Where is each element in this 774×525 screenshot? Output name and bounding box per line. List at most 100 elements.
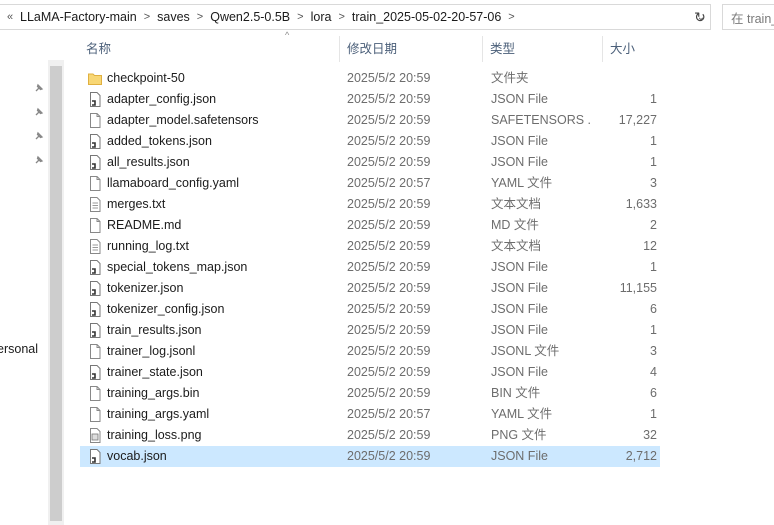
file-modified-date: 2025/5/2 20:59 (347, 71, 431, 85)
json-file-icon (88, 260, 102, 275)
file-icon (88, 113, 102, 128)
breadcrumb-saves[interactable]: saves (157, 10, 190, 24)
breadcrumb: LLaMA-Factory-main > saves > Qwen2.5-0.5… (20, 10, 522, 24)
breadcrumb-train-folder[interactable]: train_2025-05-02-20-57-06 (352, 10, 501, 24)
chevron-right-icon[interactable]: > (197, 11, 203, 23)
file-type: PNG 文件 (491, 428, 547, 442)
search-input[interactable]: 在 train_ (722, 4, 774, 30)
file-row[interactable]: README.md 2025/5/2 20:59 MD 文件 2 (80, 215, 660, 236)
file-row[interactable]: running_log.txt 2025/5/2 20:59 文本文档 12 (80, 236, 660, 257)
file-icon (88, 176, 102, 191)
file-modified-date: 2025/5/2 20:59 (347, 281, 431, 295)
column-header-row: ^ 名称 修改日期 类型 大小 (80, 30, 660, 63)
file-modified-date: 2025/5/2 20:59 (347, 218, 431, 232)
file-type: YAML 文件 (491, 407, 553, 421)
file-row[interactable]: checkpoint-50 2025/5/2 20:59 文件夹 (80, 68, 660, 89)
file-type: MD 文件 (491, 218, 539, 232)
file-name: training_loss.png (107, 428, 202, 442)
chevron-right-icon[interactable]: > (297, 11, 303, 23)
file-modified-date: 2025/5/2 20:59 (347, 260, 431, 274)
file-type: JSON File (491, 449, 548, 463)
breadcrumb-llama-factory-main[interactable]: LLaMA-Factory-main (20, 10, 137, 24)
file-modified-date: 2025/5/2 20:59 (347, 344, 431, 358)
column-header-name[interactable]: 名称 (86, 36, 336, 62)
file-type: JSONL 文件 (491, 344, 560, 358)
file-row[interactable]: trainer_state.json 2025/5/2 20:59 JSON Fil… (80, 362, 660, 383)
file-modified-date: 2025/5/2 20:59 (347, 323, 431, 337)
breadcrumb-qwen[interactable]: Qwen2.5-0.5B (210, 10, 290, 24)
file-modified-date: 2025/5/2 20:59 (347, 197, 431, 211)
file-row[interactable]: adapter_config.json 2025/5/2 20:59 JSON Fi… (80, 89, 660, 110)
file-size: 1 (650, 323, 657, 337)
file-size: 12 (643, 239, 657, 253)
file-row[interactable]: llamaboard_config.yaml 2025/5/2 20:57 YAML… (80, 173, 660, 194)
file-row[interactable]: train_results.json 2025/5/2 20:59 JSON Fil… (80, 320, 660, 341)
chevron-right-icon[interactable]: > (508, 11, 514, 23)
file-size: 1 (650, 260, 657, 274)
file-name: merges.txt (107, 197, 166, 211)
file-size: 17,227 (618, 113, 657, 127)
file-type: 文本文档 (491, 197, 542, 211)
file-size: 1 (650, 134, 657, 148)
file-icon (88, 386, 102, 401)
file-name: README.md (107, 218, 182, 232)
json-file-icon (88, 365, 102, 380)
column-header-date[interactable]: 修改日期 (339, 36, 482, 62)
file-name: adapter_config.json (107, 92, 217, 106)
file-name: adapter_model.safetensors (107, 113, 259, 127)
nav-item-personal[interactable]: ersonal (0, 342, 38, 356)
file-row[interactable]: merges.txt 2025/5/2 20:59 文本文档 1,633 (80, 194, 660, 215)
file-modified-date: 2025/5/2 20:59 (347, 113, 431, 127)
file-list: checkpoint-50 2025/5/2 20:59 文件夹 adapter_co… (80, 68, 660, 467)
file-type: JSON File (491, 260, 548, 274)
file-type: YAML 文件 (491, 176, 553, 190)
file-name: training_args.yaml (107, 407, 210, 421)
file-row[interactable]: special_tokens_map.json 2025/5/2 20:59 JSO… (80, 257, 660, 278)
file-size: 6 (650, 386, 657, 400)
file-name: tokenizer_config.json (107, 302, 225, 316)
file-row[interactable]: trainer_log.jsonl 2025/5/2 20:59 JSONL 文件 3 (80, 341, 660, 362)
file-row[interactable]: tokenizer.json 2025/5/2 20:59 JSON File 11,… (80, 278, 660, 299)
file-row[interactable]: training_args.bin 2025/5/2 20:59 BIN 文件 6 (80, 383, 660, 404)
pin-icon (35, 83, 44, 92)
json-file-icon (88, 155, 102, 170)
file-type: JSON File (491, 281, 548, 295)
file-size: 1 (650, 155, 657, 169)
file-row[interactable]: tokenizer_config.json 2025/5/2 20:59 JSON … (80, 299, 660, 320)
file-modified-date: 2025/5/2 20:59 (347, 428, 431, 442)
pin-icon (35, 107, 44, 116)
file-modified-date: 2025/5/2 20:59 (347, 386, 431, 400)
breadcrumb-lora[interactable]: lora (311, 10, 332, 24)
file-name: running_log.txt (107, 239, 190, 253)
file-size: 1,633 (625, 197, 657, 211)
file-row[interactable]: training_args.yaml 2025/5/2 20:57 YAML 文件 1 (80, 404, 660, 425)
column-header-size[interactable]: 大小 (602, 36, 660, 62)
file-modified-date: 2025/5/2 20:59 (347, 365, 431, 379)
file-type: 文本文档 (491, 239, 542, 253)
file-size: 11,155 (619, 281, 657, 295)
refresh-icon[interactable]: ↻ (690, 6, 710, 28)
nav-scrollbar-thumb[interactable] (50, 66, 62, 521)
address-bar[interactable]: « LLaMA-Factory-main > saves > Qwen2.5-0… (0, 4, 711, 30)
chevron-right-icon[interactable]: > (144, 11, 150, 23)
file-size: 6 (650, 302, 657, 316)
file-name: train_results.json (107, 323, 202, 337)
file-row[interactable]: all_results.json 2025/5/2 20:59 JSON File 1 (80, 152, 660, 173)
file-row[interactable]: training_loss.png 2025/5/2 20:59 PNG 文件 32 (80, 425, 660, 446)
file-row[interactable]: adapter_model.safetensors 2025/5/2 20:59 S… (80, 110, 660, 131)
previous-locations-icon[interactable]: « (0, 11, 20, 23)
chevron-right-icon[interactable]: > (338, 11, 344, 23)
file-name: trainer_log.jsonl (107, 344, 196, 358)
json-file-icon (88, 92, 102, 107)
file-row[interactable]: added_tokens.json 2025/5/2 20:59 JSON File… (80, 131, 660, 152)
file-row[interactable]: vocab.json 2025/5/2 20:59 JSON File 2,712 (80, 446, 660, 467)
column-header-type[interactable]: 类型 (482, 36, 598, 62)
file-name: added_tokens.json (107, 134, 212, 148)
pin-icon (35, 131, 44, 140)
json-file-icon (88, 302, 102, 317)
file-type: JSON File (491, 155, 548, 169)
file-size: 1 (650, 92, 657, 106)
file-icon (88, 218, 102, 233)
file-modified-date: 2025/5/2 20:57 (347, 176, 431, 190)
file-size: 32 (643, 428, 657, 442)
